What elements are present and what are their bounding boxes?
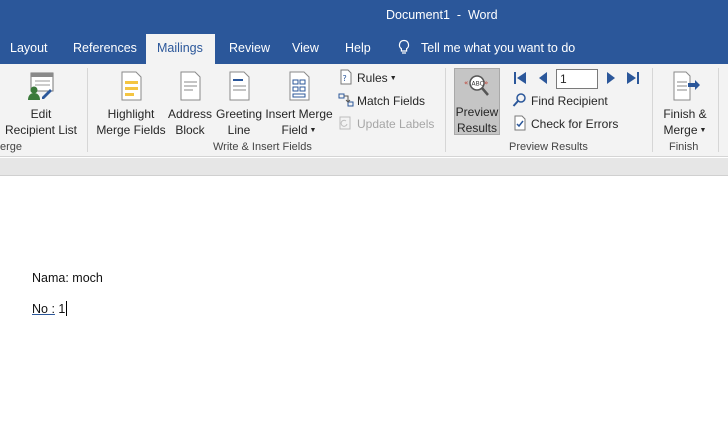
highlight-fields-icon xyxy=(121,71,142,101)
check-errors-label: Check for Errors xyxy=(531,117,619,131)
finish-merge-button[interactable]: Finish & Merge ▼ xyxy=(660,70,710,139)
preview-label-1: Preview xyxy=(455,105,499,119)
window-title: Document1 - Word xyxy=(386,8,498,22)
tell-me-search[interactable]: Tell me what you want to do xyxy=(397,34,575,64)
insert-merge-label-2: Field xyxy=(281,123,308,137)
document-top-margin xyxy=(0,158,728,176)
svg-text:?: ? xyxy=(343,74,347,83)
tab-help[interactable]: Help xyxy=(336,34,380,64)
tab-references[interactable]: References xyxy=(64,34,146,64)
update-labels-icon xyxy=(339,116,351,130)
match-fields-button[interactable]: Match Fields xyxy=(338,91,425,111)
title-bar: Document1 - Word xyxy=(0,0,728,34)
greeting-label-1: Greeting xyxy=(215,107,263,121)
insert-merge-field-button[interactable]: Insert Merge Field ▼ xyxy=(265,70,333,139)
preview-results-button[interactable]: « ABC » Preview Results xyxy=(454,72,500,136)
next-record-icon[interactable] xyxy=(604,71,618,85)
insert-merge-label-1: Insert Merge xyxy=(265,107,333,121)
lightbulb-icon xyxy=(398,39,410,54)
greeting-line-icon xyxy=(229,71,250,101)
svg-text:ABC: ABC xyxy=(472,81,484,88)
document-page[interactable]: Nama: moch No : 1 xyxy=(0,176,728,427)
svg-text:«: « xyxy=(464,79,468,87)
highlight-label-1: Highlight xyxy=(107,107,155,121)
last-record-icon[interactable] xyxy=(626,71,640,85)
text-cursor xyxy=(66,301,68,316)
document-line-no: No : 1 xyxy=(32,301,68,316)
chevron-down-icon: ▼ xyxy=(389,75,397,82)
check-errors-icon xyxy=(514,115,526,131)
greeting-line-button[interactable]: Greeting Line xyxy=(215,70,263,138)
edit-recipient-label-2: Recipient List xyxy=(4,123,78,137)
first-record-icon[interactable] xyxy=(513,71,527,85)
edit-recipient-list-button[interactable]: Edit Recipient List xyxy=(4,70,78,138)
tab-mailings[interactable]: Mailings xyxy=(146,34,215,65)
address-block-icon xyxy=(180,71,201,101)
chevron-down-icon: ▼ xyxy=(309,127,317,134)
highlight-label-2: Merge Fields xyxy=(96,123,166,137)
tab-view[interactable]: View xyxy=(283,34,328,64)
preview-abc-icon: « ABC » xyxy=(464,75,489,96)
rules-button[interactable]: ? Rules ▼ xyxy=(338,68,397,88)
recipient-list-icon xyxy=(28,72,54,100)
update-labels-label: Update Labels xyxy=(357,117,435,131)
match-fields-icon xyxy=(338,93,354,107)
ribbon: Edit Recipient List erge Highlight Merge… xyxy=(0,64,728,157)
greeting-label-2: Line xyxy=(227,123,251,137)
tab-review[interactable]: Review xyxy=(220,34,279,64)
document-line-nama: Nama: moch xyxy=(32,271,103,285)
update-labels-button[interactable]: Update Labels xyxy=(338,114,434,134)
check-for-errors-button[interactable]: Check for Errors xyxy=(512,114,618,134)
preview-results-group-label: Preview Results xyxy=(509,141,588,153)
find-recipient-button[interactable]: Find Recipient xyxy=(512,91,608,111)
write-insert-fields-group-label: Write & Insert Fields xyxy=(213,141,312,153)
merge-field-value: 1 xyxy=(54,302,66,316)
highlight-merge-fields-button[interactable]: Highlight Merge Fields xyxy=(96,70,166,138)
rules-label: Rules xyxy=(357,71,388,85)
group-divider xyxy=(718,68,719,152)
finish-merge-icon xyxy=(673,71,700,101)
group-divider xyxy=(87,68,88,152)
svg-text:»: » xyxy=(484,79,488,87)
start-mail-merge-group-label: erge xyxy=(0,141,23,153)
address-label-1: Address xyxy=(167,107,213,121)
tab-layout[interactable]: Layout xyxy=(1,34,57,64)
ribbon-tab-bar: Layout References Mailings Review View H… xyxy=(0,34,728,65)
address-label-2: Block xyxy=(175,123,205,137)
match-fields-label: Match Fields xyxy=(357,94,426,108)
record-number-input[interactable] xyxy=(556,69,598,89)
finish-label-1: Finish & xyxy=(663,107,707,121)
preview-label-2: Results xyxy=(456,121,497,135)
finish-group-label: Finish xyxy=(669,141,699,153)
find-recipient-icon xyxy=(512,93,526,107)
edit-recipient-label-1: Edit xyxy=(30,107,52,121)
address-block-button[interactable]: Address Block xyxy=(167,70,213,138)
find-recipient-label: Find Recipient xyxy=(531,94,608,108)
previous-record-icon[interactable] xyxy=(536,71,550,85)
merge-field-no[interactable]: No : xyxy=(32,302,55,316)
insert-merge-field-icon xyxy=(289,71,310,101)
group-divider xyxy=(445,68,446,152)
tell-me-label: Tell me what you want to do xyxy=(421,41,576,55)
chevron-down-icon: ▼ xyxy=(699,127,707,134)
rules-icon: ? xyxy=(340,69,352,85)
finish-label-2: Merge xyxy=(663,123,698,137)
group-divider xyxy=(652,68,653,152)
